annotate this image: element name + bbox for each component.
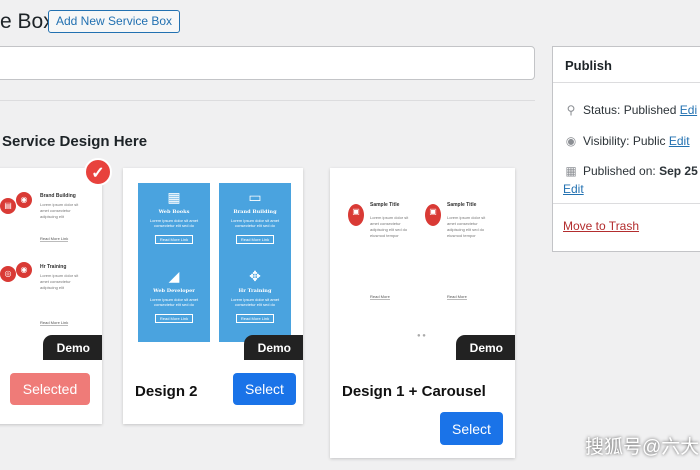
design-card-1[interactable]: ◉ Brand Building Lorem ipsum dolor sit a… bbox=[0, 168, 102, 424]
design-card-2[interactable]: ▦ Web Books Lorem ipsum dolor sit amet c… bbox=[123, 168, 303, 424]
published-value: Sep 25 bbox=[659, 164, 698, 178]
visibility-label: Visibility: bbox=[583, 134, 630, 148]
divider bbox=[0, 100, 535, 101]
handshake-icon: ✥ bbox=[249, 268, 261, 284]
design-name: Design 1 + Carousel bbox=[342, 383, 486, 400]
tile-text: Lorem ipsum dolor sit amet consectetur e… bbox=[230, 218, 280, 228]
tile-title: Brand Building bbox=[233, 209, 277, 215]
eye-icon: ◉ bbox=[565, 134, 577, 148]
megaphone-icon: ◢ bbox=[168, 268, 180, 284]
service-tile: ◢ Web Developer Lorem ipsum dolor sit am… bbox=[138, 262, 210, 342]
tile-button: Read More Link bbox=[154, 235, 194, 244]
status-value: Published bbox=[623, 103, 677, 117]
select-button[interactable]: Select bbox=[233, 373, 296, 405]
service-tile: ▭ Brand Building Lorem ipsum dolor sit a… bbox=[219, 183, 291, 263]
mini-icon: ◎ bbox=[0, 266, 16, 282]
carousel-dots[interactable]: ● ● bbox=[417, 333, 426, 339]
tile-title: Web Books bbox=[158, 209, 190, 215]
mini-icon: ▤ bbox=[0, 198, 16, 214]
watermark: 搜狐号@六大 bbox=[585, 437, 700, 458]
demo-badge[interactable]: Demo bbox=[455, 335, 515, 360]
section-title: Service Design Here bbox=[2, 133, 148, 150]
divider bbox=[553, 203, 700, 204]
mini-text: Lorem ipsum dolor sit amet consectetur a… bbox=[370, 215, 409, 238]
page-title: e Box bbox=[0, 10, 54, 33]
demo-badge[interactable]: Demo bbox=[243, 335, 303, 360]
published-row: ▦ Published on: Sep 25 bbox=[563, 164, 698, 178]
publish-box: Publish ⚲ Status: Published Edi ◉ Visibili… bbox=[552, 46, 700, 252]
mini-text: Lorem ipsum dolor sit amet consectetur a… bbox=[40, 202, 79, 219]
tile-text: Lorem ipsum dolor sit amet consectetur e… bbox=[149, 297, 199, 307]
tile-title: Web Developer bbox=[153, 288, 195, 294]
design-preview: ◉ Brand Building Lorem ipsum dolor sit a… bbox=[0, 168, 102, 360]
mini-title: Brand Building bbox=[40, 193, 76, 199]
check-icon: ✓ bbox=[84, 158, 112, 186]
service-tile: ▦ Web Books Lorem ipsum dolor sit amet c… bbox=[138, 183, 210, 263]
visibility-row: ◉ Visibility: Public Edit bbox=[563, 134, 690, 148]
publish-title: Publish bbox=[553, 47, 700, 83]
mini-title: Hr Training bbox=[40, 264, 67, 270]
tile-text: Lorem ipsum dolor sit amet consectetur e… bbox=[230, 297, 280, 307]
mini-link: Read More bbox=[447, 294, 467, 300]
monitor-icon: ▭ bbox=[248, 189, 262, 205]
title-input[interactable] bbox=[0, 46, 535, 80]
published-label: Published on: bbox=[583, 164, 656, 178]
visibility-value: Public bbox=[632, 134, 666, 148]
calendar-icon: ▦ bbox=[565, 164, 577, 178]
mini-text: Lorem ipsum dolor sit amet consectetur a… bbox=[447, 215, 486, 238]
mini-title: Sample Title bbox=[370, 202, 400, 208]
published-edit-link[interactable]: Edit bbox=[563, 182, 584, 196]
mini-link: Read More Link bbox=[40, 320, 69, 326]
tile-button: Read More Link bbox=[154, 314, 194, 323]
service-tile: ✥ Hr Training Lorem ipsum dolor sit amet… bbox=[219, 262, 291, 342]
select-button[interactable]: Select bbox=[440, 412, 503, 445]
tile-title: Hr Training bbox=[238, 288, 272, 294]
tile-button: Read More Link bbox=[235, 314, 275, 323]
add-new-service-box-button[interactable]: Add New Service Box bbox=[48, 10, 181, 33]
pin-icon: ⚲ bbox=[566, 103, 576, 117]
status-edit-link[interactable]: Edi bbox=[680, 103, 697, 117]
selected-button[interactable]: Selected bbox=[10, 373, 90, 405]
status-row: ⚲ Status: Published Edi bbox=[563, 103, 698, 117]
design-preview: ▣ Sample Title Lorem ipsum dolor sit ame… bbox=[330, 168, 515, 360]
calendar-icon: ▦ bbox=[167, 189, 181, 205]
mini-icon: ◉ bbox=[16, 262, 32, 278]
mini-icon: ▣ bbox=[348, 204, 364, 226]
tile-button: Read More Link bbox=[235, 235, 275, 244]
tile-text: Lorem ipsum dolor sit amet consectetur e… bbox=[149, 218, 199, 228]
mini-link: Read More Link bbox=[40, 236, 69, 242]
design-preview: ▦ Web Books Lorem ipsum dolor sit amet c… bbox=[123, 168, 303, 360]
visibility-edit-link[interactable]: Edit bbox=[669, 134, 690, 148]
mini-link: Read More bbox=[370, 294, 390, 300]
mini-icon: ▣ bbox=[425, 204, 441, 226]
design-name: Design 2 bbox=[135, 383, 198, 400]
demo-badge[interactable]: Demo bbox=[42, 335, 102, 360]
move-to-trash-link[interactable]: Move to Trash bbox=[563, 219, 639, 233]
mini-icon: ◉ bbox=[16, 192, 32, 208]
design-card-3[interactable]: ▣ Sample Title Lorem ipsum dolor sit ame… bbox=[330, 168, 515, 458]
mini-title: Sample Title bbox=[447, 202, 477, 208]
status-label: Status: bbox=[583, 103, 621, 117]
mini-text: Lorem ipsum dolor sit amet consectetur a… bbox=[40, 273, 79, 290]
